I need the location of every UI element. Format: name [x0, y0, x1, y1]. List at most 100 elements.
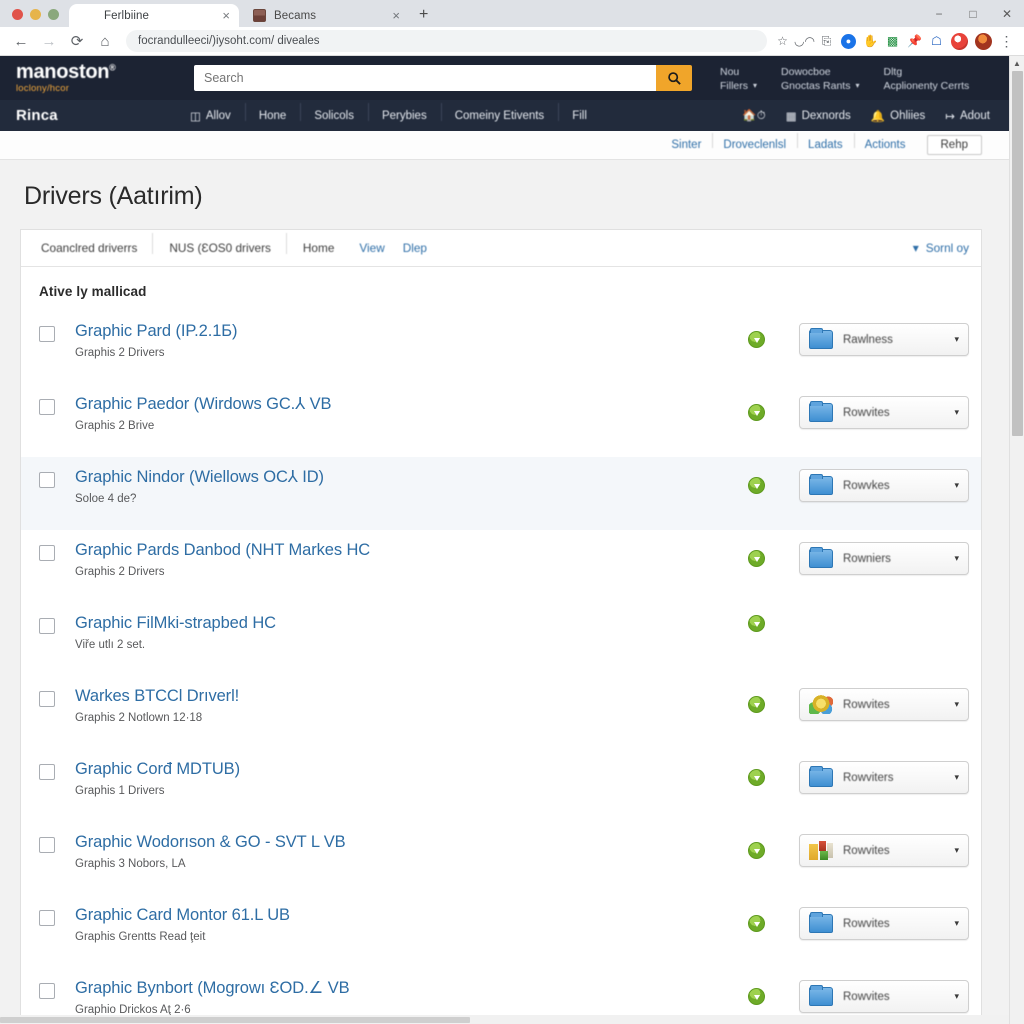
minimize-button[interactable]: − — [922, 0, 956, 27]
subnav-item-sinter[interactable]: Sinter — [660, 139, 712, 151]
download-dropdown-button[interactable]: Rawlness ▾ — [799, 323, 969, 356]
nav-item-fill[interactable]: Fill — [558, 102, 601, 122]
address-bar[interactable]: focrandulleeci/)iysoht.com/ diveales — [126, 30, 767, 52]
header-menu-3[interactable]: Dltg Acplionenty Cerrts — [883, 65, 969, 93]
download-circle-icon[interactable] — [748, 477, 765, 494]
table-row[interactable]: Graphic Pards Danbod (NHT Markes HC Grap… — [21, 530, 981, 603]
row-title[interactable]: Graphic Corđ MDTUB) — [75, 759, 748, 780]
header-menu-2[interactable]: Dowocboe Gnoctas Rants ▾ — [781, 65, 859, 93]
chevron-down-icon[interactable]: ▾ — [954, 991, 959, 1002]
row-checkbox[interactable] — [39, 691, 55, 707]
hand-icon[interactable]: ✋ — [863, 34, 878, 49]
avatar-red-icon[interactable] — [951, 32, 968, 50]
scroll-up-arrow-icon[interactable]: ▲ — [1010, 56, 1024, 71]
row-title[interactable]: Graphic Nindor (Wiellows OC⅄ ID) — [75, 467, 748, 488]
row-title[interactable]: Warkes BTCCl Drıverl! — [75, 686, 748, 707]
chevron-down-icon[interactable]: ▾ — [954, 845, 959, 856]
download-dropdown-button[interactable]: Rowvkes ▾ — [799, 469, 969, 502]
download-dropdown-button[interactable]: Rowvites ▾ — [799, 688, 969, 721]
nav-right-ohliies[interactable]: 🔔 Ohliies — [871, 109, 925, 123]
download-circle-icon[interactable] — [748, 769, 765, 786]
close-button[interactable]: ✕ — [990, 0, 1024, 27]
nav-item-allov[interactable]: ◫ Allov — [176, 109, 245, 123]
navbar-brand[interactable]: Rinca — [16, 107, 176, 124]
site-logo[interactable]: manoston® loclony/hcor — [16, 62, 166, 94]
table-row[interactable]: Warkes BTCCl Drıverl! Graphis 2 Notlown … — [21, 676, 981, 749]
home-button[interactable]: ⌂ — [92, 28, 118, 54]
tab-nus-bios-drivers[interactable]: NUS (ƐOS0 drivers — [153, 233, 287, 255]
nav-item-solicols[interactable]: Solicols — [300, 102, 368, 122]
nav-item-hone[interactable]: Hone — [244, 102, 301, 122]
download-circle-icon[interactable] — [748, 404, 765, 421]
new-tab-button[interactable]: + — [409, 7, 438, 27]
vertical-scrollbar-thumb[interactable] — [1012, 71, 1023, 436]
row-checkbox[interactable] — [39, 764, 55, 780]
chevron-down-icon[interactable]: ▾ — [954, 553, 959, 564]
download-circle-icon[interactable] — [748, 696, 765, 713]
search-input[interactable] — [194, 65, 656, 91]
tab-close-icon[interactable]: × — [392, 9, 400, 22]
download-dropdown-button[interactable]: Rowniers ▾ — [799, 542, 969, 575]
minimize-dot-icon[interactable] — [30, 9, 41, 20]
row-title[interactable]: Graphic Card Montor 61.L UB — [75, 905, 748, 926]
chevron-down-icon[interactable]: ▾ — [954, 918, 959, 929]
avatar-orange-icon[interactable] — [975, 32, 992, 50]
row-title[interactable]: Graphic Wodorıson & GO - SVT L VB — [75, 832, 748, 853]
maximize-dot-icon[interactable] — [48, 9, 59, 20]
download-dropdown-button[interactable]: Rowvites ▾ — [799, 907, 969, 940]
search-button[interactable] — [656, 65, 692, 91]
download-dropdown-button[interactable]: Rowvites ▾ — [799, 396, 969, 429]
horizontal-scrollbar-thumb[interactable] — [0, 1017, 470, 1023]
download-dropdown-button[interactable]: Rowviters ▾ — [799, 761, 969, 794]
tab-view[interactable]: View — [350, 241, 393, 255]
reload-button[interactable]: ⟳ — [64, 28, 90, 54]
header-menu-1[interactable]: Nou Fillers ▾ — [720, 65, 757, 93]
sort-by-control[interactable]: ▾ Sornl oy — [913, 241, 969, 255]
chevron-down-icon[interactable]: ▾ — [954, 772, 959, 783]
subnav-item-droveclenlsl[interactable]: Droveclenlsl — [712, 133, 797, 151]
table-row[interactable]: Graphic Paedor (Wirdows GC.⅄ VB Graphis … — [21, 384, 981, 457]
download-circle-icon[interactable] — [748, 988, 765, 1005]
download-circle-icon[interactable] — [748, 331, 765, 348]
chevron-down-icon[interactable]: ▾ — [954, 407, 959, 418]
table-row[interactable]: Graphic Corđ MDTUB) Graphis 1 Drivers Ro… — [21, 749, 981, 822]
help-button[interactable]: Rehp — [926, 135, 982, 155]
home-blue-icon[interactable]: ☖ — [929, 34, 944, 49]
nav-right-dexnords[interactable]: ▦ Dexnords — [786, 109, 851, 123]
download-circle-icon[interactable] — [748, 842, 765, 859]
nav-item-perybies[interactable]: Perybies — [367, 102, 441, 122]
maximize-button[interactable]: □ — [956, 0, 990, 27]
tab-coanclred-driverrs[interactable]: Coanclred driverrs — [25, 233, 154, 255]
download-circle-icon[interactable] — [748, 615, 765, 632]
nav-right-home[interactable]: 🏠⏱ — [742, 108, 765, 123]
tab-close-icon[interactable]: × — [222, 9, 230, 22]
row-title[interactable]: Graphic Bynbort (Mogrowı ƐOD.∠ VB — [75, 978, 748, 999]
row-title[interactable]: Graphic FilMki-strapbed HC — [75, 613, 748, 634]
download-circle-icon[interactable] — [748, 915, 765, 932]
back-button[interactable]: ← — [8, 28, 34, 54]
row-title[interactable]: Graphic Paedor (Wirdows GC.⅄ VB — [75, 394, 748, 415]
binoculars-icon[interactable]: ◡◠ — [794, 34, 815, 49]
row-checkbox[interactable] — [39, 472, 55, 488]
row-checkbox[interactable] — [39, 399, 55, 415]
chevron-down-icon[interactable]: ▾ — [954, 334, 959, 345]
table-row[interactable]: Graphic FilMki-strapbed HC Viře utlı 2 s… — [21, 603, 981, 676]
tab-home[interactable]: Home — [287, 241, 350, 255]
table-row[interactable]: Graphic Wodorıson & GO - SVT L VB Graphi… — [21, 822, 981, 895]
row-title[interactable]: Graphic Pards Danbod (NHT Markes HC — [75, 540, 748, 561]
horizontal-scrollbar[interactable] — [0, 1015, 1009, 1024]
row-checkbox[interactable] — [39, 837, 55, 853]
table-row[interactable]: Graphic Pard (IP.2.1Б) Graphis 2 Drivers… — [21, 311, 981, 384]
download-dropdown-button[interactable]: Rowvites ▾ — [799, 980, 969, 1013]
table-row[interactable]: Graphic Nindor (Wiellows OC⅄ ID) Soloe 4… — [21, 457, 981, 530]
tab-dlep[interactable]: Dlep — [394, 241, 436, 255]
vertical-scrollbar[interactable]: ▲ — [1009, 56, 1024, 1024]
table-row[interactable]: Graphic Card Montor 61.L UB Graphis Gren… — [21, 895, 981, 968]
nav-right-adout[interactable]: ↦ Adout — [945, 109, 990, 123]
clipboard-icon[interactable]: ⎘ — [819, 34, 834, 49]
row-checkbox[interactable] — [39, 618, 55, 634]
star-icon[interactable]: ☆ — [775, 34, 790, 49]
download-circle-icon[interactable] — [748, 550, 765, 567]
nav-item-comeiny-etivents[interactable]: Comeiny Etivents — [440, 102, 558, 122]
row-checkbox[interactable] — [39, 910, 55, 926]
